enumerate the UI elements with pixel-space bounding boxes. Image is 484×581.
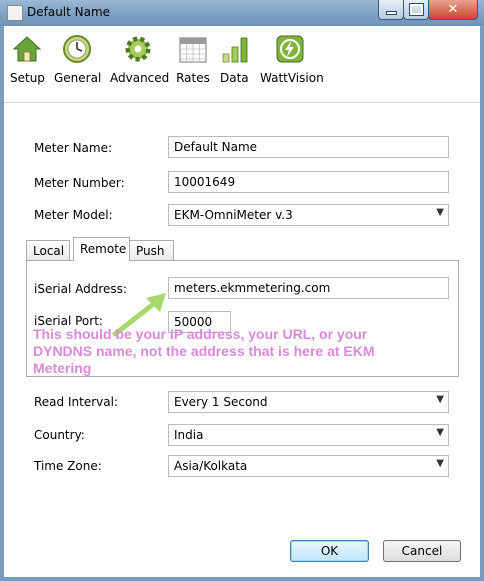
toolbar-advanced[interactable]: Advanced [110, 34, 170, 85]
bar-chart-icon [222, 37, 248, 63]
meter-number-field[interactable]: 10001649 [168, 171, 449, 193]
meter-number-label: Meter Number: [34, 176, 125, 190]
toolbar-setup[interactable]: Setup [10, 34, 45, 85]
tab-remote[interactable]: Remote [73, 237, 130, 261]
tab-local[interactable]: Local [26, 240, 70, 260]
tab-push[interactable]: Push [129, 240, 174, 260]
read-interval-select[interactable]: Every 1 Second ▼ [168, 391, 449, 413]
country-label: Country: [34, 428, 85, 442]
toolbar-data[interactable]: Data [220, 34, 249, 85]
toolbar-label: Data [220, 71, 249, 85]
country-value: India [174, 428, 204, 442]
chevron-down-icon: ▼ [436, 207, 444, 218]
maximize-button[interactable] [403, 0, 429, 20]
read-interval-label: Read Interval: [34, 395, 118, 409]
toolbar-rates[interactable]: Rates [175, 34, 211, 85]
window-frame-bottom [0, 577, 484, 581]
time-zone-select[interactable]: Asia/Kolkata ▼ [168, 455, 449, 477]
chevron-down-icon: ▼ [436, 427, 444, 438]
cancel-button[interactable]: Cancel [383, 540, 461, 562]
meter-model-value: EKM-OmniMeter v.3 [174, 208, 293, 222]
house-icon [12, 36, 42, 62]
country-select[interactable]: India ▼ [168, 424, 449, 446]
window-title: Default Name [27, 5, 111, 19]
close-button[interactable]: ✕ [428, 0, 478, 20]
meter-name-label: Meter Name: [34, 141, 113, 155]
maximize-icon [408, 3, 424, 16]
lightning-icon [276, 35, 304, 63]
meter-model-label: Meter Model: [34, 208, 113, 222]
time-zone-label: Time Zone: [34, 459, 102, 473]
toolbar-label: Advanced [110, 71, 170, 85]
toolbar-label: General [54, 71, 102, 85]
gear-icon [125, 36, 151, 62]
toolbar-general[interactable]: General [54, 34, 102, 85]
window-frame-right [480, 26, 484, 581]
meter-model-select[interactable]: EKM-OmniMeter v.3 ▼ [168, 204, 449, 226]
close-icon: ✕ [447, 2, 459, 17]
title-bar: Default Name ✕ [0, 0, 484, 27]
calendar-icon [179, 37, 207, 63]
ok-button[interactable]: OK [290, 540, 369, 562]
toolbar-separator [4, 102, 480, 103]
read-interval-value: Every 1 Second [174, 395, 268, 409]
annotation-text: This should be your IP address, your URL… [33, 326, 375, 376]
chevron-down-icon: ▼ [436, 394, 444, 405]
chevron-down-icon: ▼ [436, 458, 444, 469]
toolbar-wattvision[interactable]: WattVision [260, 34, 324, 85]
window-frame-left [0, 26, 4, 581]
toolbar: Setup General Advanced Rates Data WattVi… [4, 26, 480, 88]
clock-icon [63, 35, 91, 63]
time-zone-value: Asia/Kolkata [174, 459, 248, 473]
minimize-icon [385, 11, 397, 15]
toolbar-label: WattVision [260, 71, 324, 85]
iserial-address-field[interactable]: meters.ekmmetering.com [168, 277, 449, 299]
app-icon [7, 5, 23, 21]
toolbar-label: Setup [10, 71, 45, 85]
meter-name-field[interactable]: Default Name [168, 136, 449, 158]
minimize-button[interactable] [378, 0, 404, 20]
toolbar-label: Rates [176, 71, 210, 85]
